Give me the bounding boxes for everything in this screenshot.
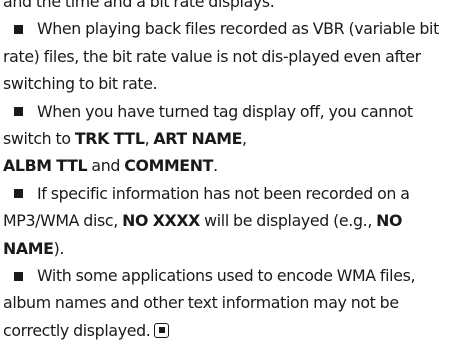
note-item: With some applications used to encode WM… [0, 262, 460, 344]
top-fragment: and the time and a bit rate displays. [0, 0, 460, 15]
note-text: will be displayed (e.g., [200, 211, 377, 231]
note-item: If specific information has not been rec… [0, 180, 460, 262]
note-text: , [242, 129, 247, 149]
top-fragment-text: and the time and a bit rate displays. [3, 0, 275, 11]
note-item: When you have turned tag display off, yo… [0, 98, 460, 180]
note-item: When playing back files recorded as VBR … [0, 15, 460, 97]
display-mode-term: TRK TTL [74, 129, 145, 149]
note-text: and [87, 156, 125, 176]
note-text: When playing back files recorded as VBR … [3, 19, 439, 94]
note-text: With some applications used to encode WM… [3, 266, 416, 340]
bullet-icon [14, 271, 23, 281]
display-mode-term: ART NAME [153, 129, 243, 149]
note-text: . [213, 156, 218, 176]
display-mode-term: ALBM TTL [3, 156, 88, 176]
bullet-icon [14, 24, 23, 34]
bullet-icon [14, 189, 23, 199]
display-term: NO XXXX [122, 211, 201, 231]
bullet-icon [14, 107, 23, 117]
display-mode-term: COMMENT [124, 156, 214, 176]
note-text: ). [53, 238, 65, 258]
end-of-section-icon [154, 322, 170, 338]
document-body: and the time and a bit rate displays. Wh… [0, 0, 460, 344]
